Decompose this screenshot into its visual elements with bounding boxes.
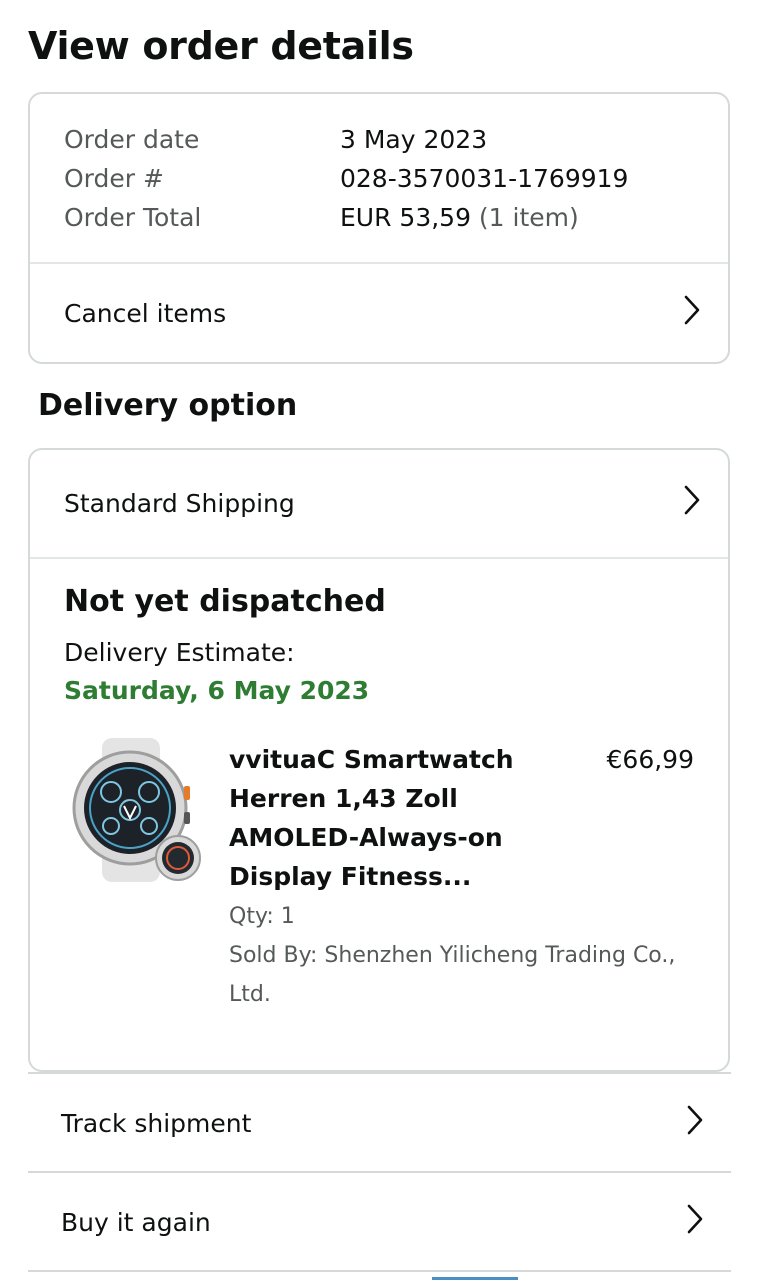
cancel-items-button[interactable]: Cancel items	[30, 264, 728, 362]
buy-it-again-label: Buy it again	[61, 1207, 211, 1237]
chevron-right-icon	[682, 484, 702, 522]
standard-shipping-button[interactable]: Standard Shipping	[30, 450, 728, 556]
delivery-card: Standard Shipping Not yet dispatched Del…	[28, 448, 730, 1072]
order-details-page: View order details Order date 3 May 2023 …	[0, 0, 759, 1280]
buy-it-again-button[interactable]: Buy it again	[28, 1173, 731, 1271]
order-item-count: (1 item)	[470, 203, 579, 232]
order-summary-card: Order date 3 May 2023 Order # 028-3570031-…	[28, 92, 730, 364]
order-number-row: Order # 028-3570031-1769919	[64, 159, 628, 198]
order-total-row: Order Total EUR 53,59 (1 item)	[64, 198, 579, 237]
order-date-row: Order date 3 May 2023	[64, 120, 487, 159]
divider	[30, 557, 728, 559]
delivery-estimate-date: Saturday, 6 May 2023	[64, 676, 370, 705]
delivery-estimate-label: Delivery Estimate:	[64, 638, 295, 667]
order-number-value: 028-3570031-1769919	[340, 164, 629, 193]
track-shipment-button[interactable]: Track shipment	[28, 1074, 731, 1172]
shipment-status: Not yet dispatched	[64, 584, 386, 619]
delivery-option-heading: Delivery option	[38, 388, 298, 423]
cancel-items-label: Cancel items	[64, 298, 227, 328]
product-quantity: Qty: 1	[229, 904, 295, 929]
order-date-label: Order date	[64, 125, 200, 154]
product-title-link[interactable]: vvituaC Smartwatch Herren 1,43 Zoll AMOL…	[229, 740, 549, 896]
product-price: €66,99	[606, 745, 694, 774]
chevron-right-icon	[685, 1104, 705, 1142]
chevron-right-icon	[682, 294, 702, 332]
order-total-label: Order Total	[64, 203, 202, 232]
page-title: View order details	[28, 24, 414, 68]
shipping-method-label: Standard Shipping	[64, 488, 295, 518]
divider	[28, 1270, 731, 1272]
order-date-value: 3 May 2023	[340, 125, 488, 154]
chevron-right-icon	[685, 1203, 705, 1241]
order-number-label: Order #	[64, 164, 164, 193]
track-shipment-label: Track shipment	[61, 1108, 252, 1138]
order-total-value: EUR 53,59	[340, 203, 471, 232]
product-seller: Sold By: Shenzhen Yilicheng Trading Co.,…	[229, 943, 676, 1007]
smartwatch-image[interactable]	[58, 736, 206, 884]
